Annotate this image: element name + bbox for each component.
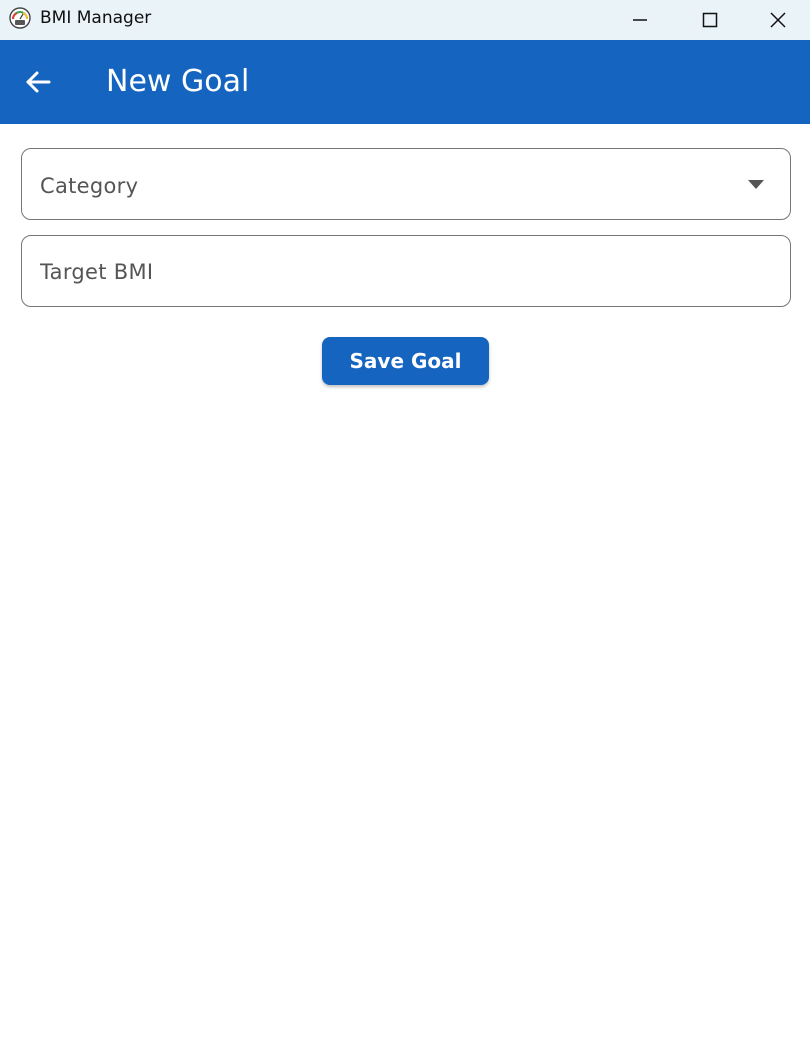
maximize-icon (702, 12, 718, 28)
page-title: New Goal (106, 64, 250, 99)
target-bmi-input[interactable] (40, 250, 770, 294)
window-title: BMI Manager (40, 8, 152, 28)
dropdown-arrow-icon (748, 180, 764, 189)
app-bar: New Goal (0, 40, 810, 124)
arrow-left-icon (26, 71, 51, 93)
maximize-button[interactable] (675, 0, 745, 40)
minimize-icon (633, 19, 647, 21)
save-goal-button[interactable]: Save Goal (322, 337, 489, 385)
close-icon (769, 12, 786, 28)
bmi-gauge-icon (9, 7, 31, 29)
category-dropdown[interactable]: Category (21, 148, 791, 220)
target-bmi-field (21, 235, 791, 307)
back-button[interactable] (14, 58, 62, 106)
close-button[interactable] (745, 0, 810, 40)
app-window: BMI Manager New Goal Category Target BMI… (0, 0, 810, 1057)
minimize-button[interactable] (605, 0, 675, 40)
window-titlebar: BMI Manager (0, 0, 810, 40)
category-label: Category (40, 174, 139, 198)
